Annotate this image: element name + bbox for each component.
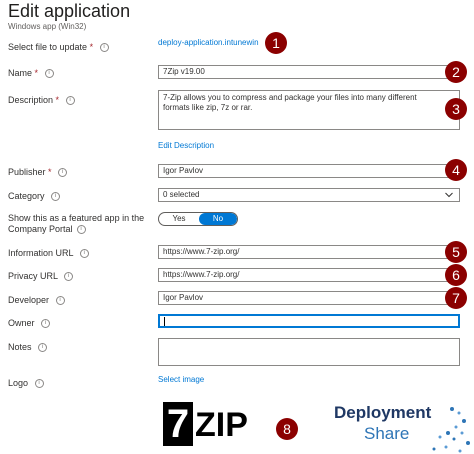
info-icon[interactable]: i: [65, 96, 75, 106]
privacy-url-input[interactable]: https://www.7-zip.org/: [158, 268, 460, 282]
toggle-yes-option[interactable]: Yes: [159, 213, 199, 225]
owner-input[interactable]: [158, 314, 460, 328]
annotation-badge-2: 2: [445, 61, 467, 83]
info-icon[interactable]: i: [55, 296, 65, 306]
chevron-down-icon: [445, 192, 453, 198]
description-label: Description * i: [8, 95, 75, 106]
featured-label: Show this as a featured app in the Compa…: [8, 213, 145, 235]
developer-input[interactable]: Igor Pavlov: [158, 291, 460, 305]
info-icon[interactable]: i: [38, 343, 48, 353]
select-image-link[interactable]: Select image: [158, 375, 204, 384]
publisher-input[interactable]: Igor Pavlov: [158, 164, 460, 178]
info-icon[interactable]: i: [99, 43, 109, 53]
info-icon[interactable]: i: [51, 192, 61, 202]
developer-label: Developer i: [8, 295, 65, 306]
annotation-badge-5: 5: [445, 241, 467, 263]
page-title: Edit application: [8, 1, 131, 21]
annotation-badge-8: 8: [276, 418, 298, 440]
edit-description-link[interactable]: Edit Description: [158, 141, 214, 150]
name-label: Name * i: [8, 68, 54, 79]
information-url-input[interactable]: https://www.7-zip.org/: [158, 245, 460, 259]
logo-label: Logo i: [8, 378, 44, 389]
info-icon[interactable]: i: [44, 69, 54, 79]
select-file-link[interactable]: deploy-application.intunewin: [158, 38, 259, 47]
annotation-badge-3: 3: [445, 98, 467, 120]
information-url-label: Information URL i: [8, 248, 89, 259]
toggle-no-option[interactable]: No: [199, 213, 237, 225]
info-icon[interactable]: i: [34, 379, 44, 389]
info-icon[interactable]: i: [76, 225, 86, 235]
featured-toggle[interactable]: Yes No: [158, 212, 238, 226]
info-icon[interactable]: i: [58, 168, 68, 178]
owner-label: Owner i: [8, 318, 51, 329]
description-textarea[interactable]: 7-Zip allows you to compress and package…: [158, 90, 460, 130]
publisher-label: Publisher * i: [8, 167, 68, 178]
annotation-badge-7: 7: [445, 287, 467, 309]
info-icon[interactable]: i: [79, 249, 89, 259]
privacy-url-label: Privacy URL i: [8, 271, 74, 282]
text-cursor: [164, 317, 165, 327]
dots-graphic: [432, 407, 470, 453]
annotation-badge-6: 6: [445, 264, 467, 286]
info-icon[interactable]: i: [64, 272, 74, 282]
page-subtitle: Windows app (Win32): [8, 22, 87, 31]
notes-textarea[interactable]: [158, 338, 460, 366]
notes-label: Notes i: [8, 342, 48, 353]
annotation-badge-1: 1: [265, 32, 287, 54]
name-input[interactable]: 7Zip v19.00: [158, 65, 460, 79]
deployment-share-logo: Deployment Share: [334, 403, 474, 454]
annotation-badge-4: 4: [445, 159, 467, 181]
select-file-label: Select file to update * i: [8, 42, 109, 53]
7zip-logo: 7 ZIP: [163, 402, 249, 446]
category-dropdown[interactable]: 0 selected: [158, 188, 460, 202]
category-label: Category i: [8, 191, 61, 202]
info-icon[interactable]: i: [41, 319, 51, 329]
